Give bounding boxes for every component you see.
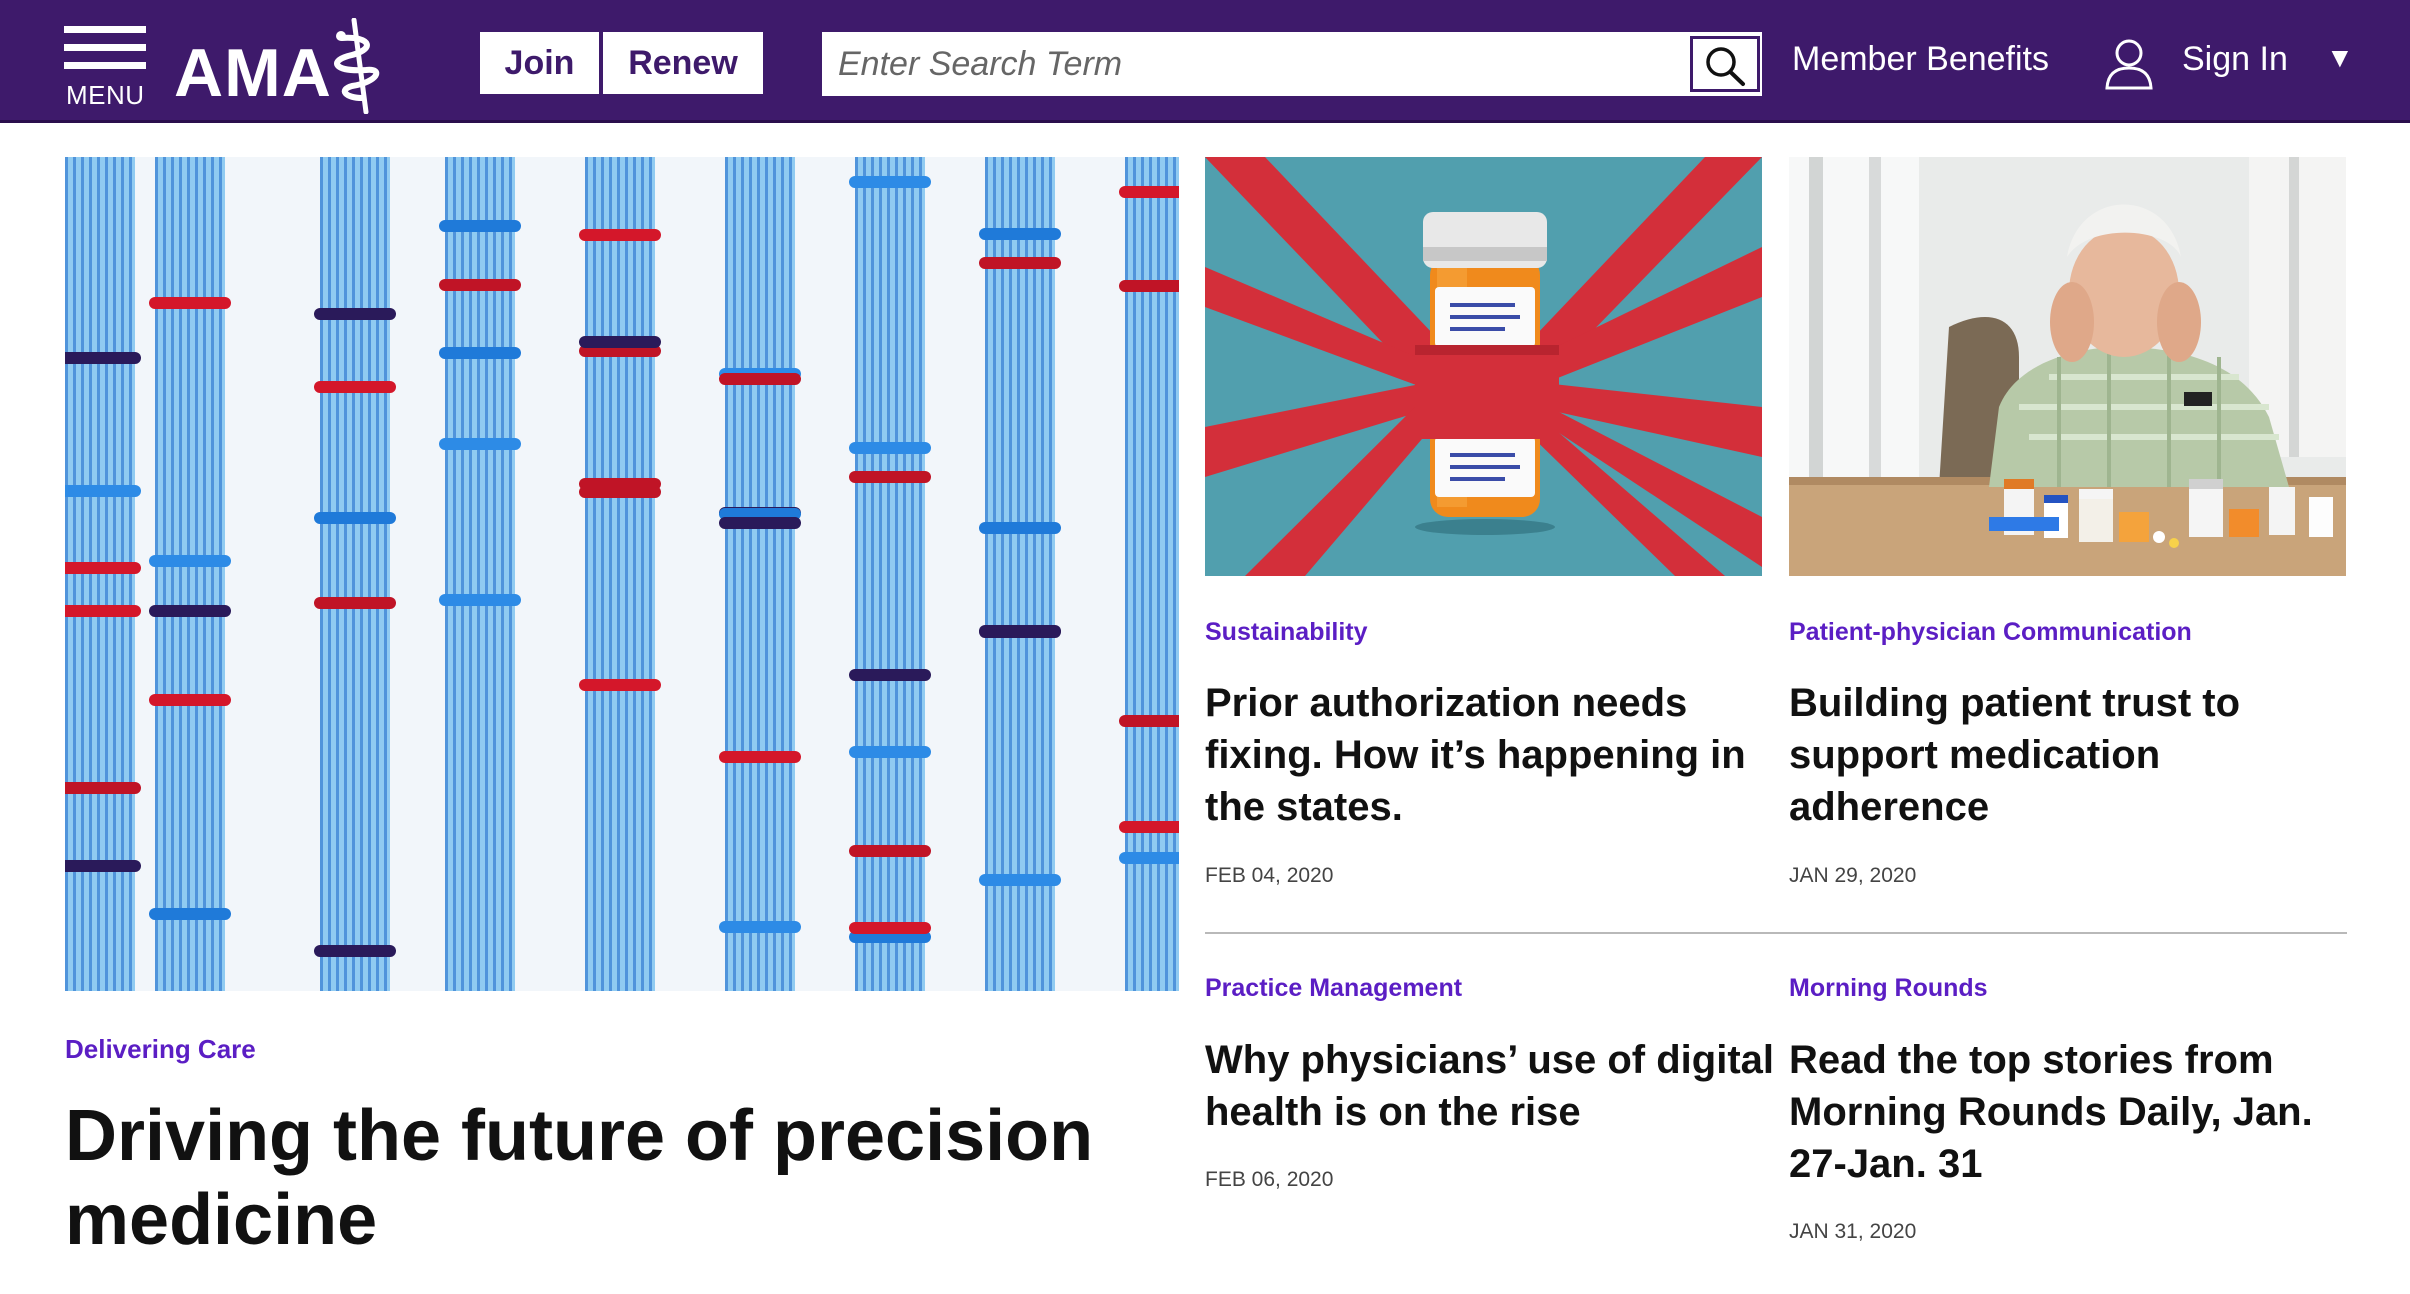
site-header: MENU AMA Join Renew Member Benefits Sign… (0, 0, 2410, 123)
card-date: JAN 29, 2020 (1789, 864, 1917, 887)
search-input[interactable] (824, 34, 1688, 94)
caret-down-icon[interactable]: ▼ (2326, 42, 2354, 74)
dna-sequencing-image (65, 157, 1179, 991)
card-category-link[interactable]: Practice Management (1205, 974, 1462, 1003)
join-button[interactable]: Join (480, 32, 599, 94)
card-category-link[interactable]: Sustainability (1205, 618, 1368, 647)
ama-logo[interactable]: AMA (172, 14, 402, 114)
menu-label: MENU (66, 80, 145, 110)
card-title-link[interactable]: Building patient trust to support medica… (1789, 677, 2349, 833)
sign-in-link[interactable]: Sign In (2182, 40, 2288, 79)
user-icon[interactable] (2104, 38, 2154, 90)
hamburger-icon-bar (64, 44, 146, 51)
card-title-link[interactable]: Why physicians’ use of digital health is… (1205, 1034, 1785, 1138)
pill-bottle-red-tape-image (1205, 157, 1762, 576)
hamburger-icon-bar (64, 62, 146, 69)
card-category-link[interactable]: Patient-physician Communication (1789, 618, 2192, 647)
section-divider (1205, 932, 2347, 934)
elderly-man-medications-image (1789, 157, 2346, 576)
card-title-link[interactable]: Prior authorization needs fixing. How it… (1205, 677, 1765, 833)
feature-category-link[interactable]: Delivering Care (65, 1034, 256, 1065)
search-icon (1706, 47, 1745, 86)
menu-button[interactable]: MENU (64, 24, 148, 110)
member-benefits-link[interactable]: Member Benefits (1792, 40, 2049, 79)
card-image-patient-trust[interactable] (1789, 157, 2346, 576)
card-title-link[interactable]: Read the top stories from Morning Rounds… (1789, 1034, 2359, 1190)
card-date: FEB 06, 2020 (1205, 1168, 1334, 1191)
logo-text: AMA (174, 35, 332, 111)
feature-title-link[interactable]: Driving the future of precision medicine (65, 1094, 1175, 1262)
search-button[interactable] (1690, 36, 1760, 92)
card-date: FEB 04, 2020 (1205, 864, 1334, 887)
feature-image[interactable] (65, 157, 1179, 991)
card-image-prior-authorization[interactable] (1205, 157, 1762, 576)
card-category-link[interactable]: Morning Rounds (1789, 974, 1988, 1003)
hamburger-icon (64, 26, 146, 33)
renew-button[interactable]: Renew (603, 32, 763, 94)
rod-of-asclepius-icon (333, 18, 380, 114)
search-box (822, 32, 1762, 96)
card-date: JAN 31, 2020 (1789, 1220, 1917, 1243)
